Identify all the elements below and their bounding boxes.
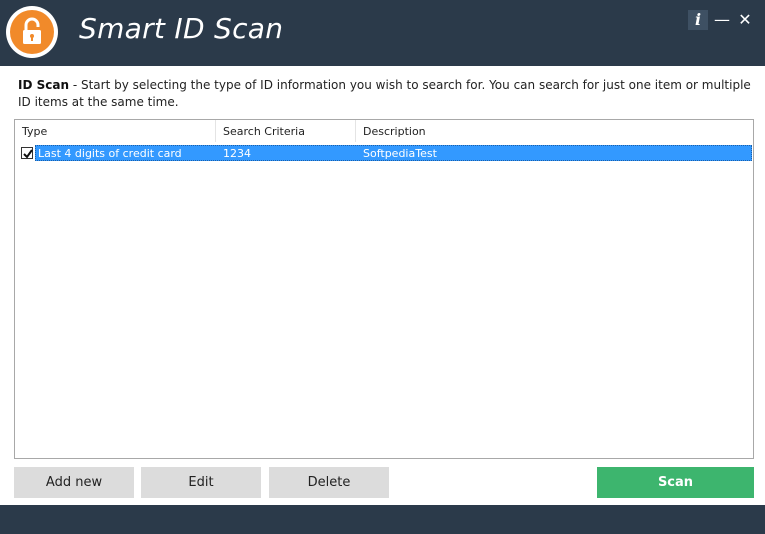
- column-header-search-criteria[interactable]: Search Criteria: [216, 120, 356, 142]
- scan-button[interactable]: Scan: [597, 467, 754, 498]
- minimize-button[interactable]: —: [712, 10, 732, 30]
- cell-search-criteria: 1234: [223, 147, 251, 160]
- title-bar: Smart ID Scan i — ✕: [0, 0, 765, 66]
- info-button[interactable]: i: [688, 10, 708, 30]
- add-new-button[interactable]: Add new: [14, 467, 134, 498]
- delete-button[interactable]: Delete: [269, 467, 389, 498]
- intro-description: - Start by selecting the type of ID info…: [18, 78, 751, 109]
- cell-type: Last 4 digits of credit card: [38, 147, 182, 160]
- cell-description: SoftpediaTest: [363, 147, 437, 160]
- app-title: Smart ID Scan: [79, 12, 284, 45]
- intro-text: ID Scan - Start by selecting the type of…: [18, 77, 753, 111]
- edit-button[interactable]: Edit: [141, 467, 261, 498]
- list-header: Type Search Criteria Description: [15, 120, 753, 142]
- id-items-list[interactable]: Type Search Criteria Description Last 4 …: [14, 119, 754, 459]
- column-header-description[interactable]: Description: [356, 120, 753, 142]
- close-button[interactable]: ✕: [735, 10, 755, 30]
- column-header-type[interactable]: Type: [15, 120, 216, 142]
- checkmark-icon: [23, 149, 33, 159]
- intro-heading: ID Scan: [18, 78, 69, 92]
- footer-bar: [0, 505, 765, 534]
- main-panel: ID Scan - Start by selecting the type of…: [0, 66, 765, 505]
- row-checkbox[interactable]: [21, 147, 33, 159]
- table-row[interactable]: Last 4 digits of credit card 1234 Softpe…: [16, 145, 752, 162]
- padlock-icon: [6, 6, 58, 58]
